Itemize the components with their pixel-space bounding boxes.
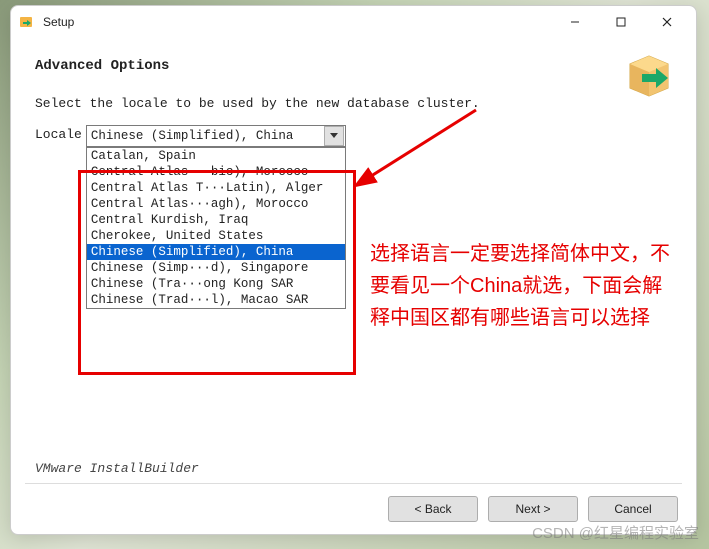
- minimize-button[interactable]: [552, 7, 598, 37]
- locale-combo[interactable]: Chinese (Simplified), China Catalan, Spa…: [86, 125, 346, 147]
- titlebar: Setup: [11, 6, 696, 38]
- footer-brand: VMware InstallBuilder: [35, 461, 199, 476]
- window-controls: [552, 7, 690, 37]
- locale-row: Locale Chinese (Simplified), China Catal…: [35, 125, 672, 147]
- page-heading: Advanced Options: [35, 58, 672, 74]
- back-button[interactable]: < Back: [388, 496, 478, 522]
- close-button[interactable]: [644, 7, 690, 37]
- locale-combo-box[interactable]: Chinese (Simplified), China: [86, 125, 346, 147]
- instruction-text: Select the locale to be used by the new …: [35, 96, 672, 111]
- locale-label: Locale: [35, 125, 82, 142]
- locale-combo-value: Chinese (Simplified), China: [87, 129, 323, 143]
- chevron-down-icon[interactable]: [324, 126, 344, 146]
- annotation-box: [78, 170, 356, 375]
- button-row: < Back Next > Cancel: [388, 496, 678, 522]
- installer-box-icon: [622, 46, 676, 100]
- window-title: Setup: [43, 15, 552, 29]
- app-icon: [17, 13, 35, 31]
- locale-option[interactable]: Catalan, Spain: [87, 148, 345, 164]
- maximize-button[interactable]: [598, 7, 644, 37]
- watermark: CSDN @红星编程实验室: [532, 522, 699, 543]
- next-button[interactable]: Next >: [488, 496, 578, 522]
- separator: [25, 483, 682, 484]
- cancel-button[interactable]: Cancel: [588, 496, 678, 522]
- annotation-text: 选择语言一定要选择简体中文，不要看见一个China就选，下面会解释中国区都有哪些…: [370, 238, 680, 334]
